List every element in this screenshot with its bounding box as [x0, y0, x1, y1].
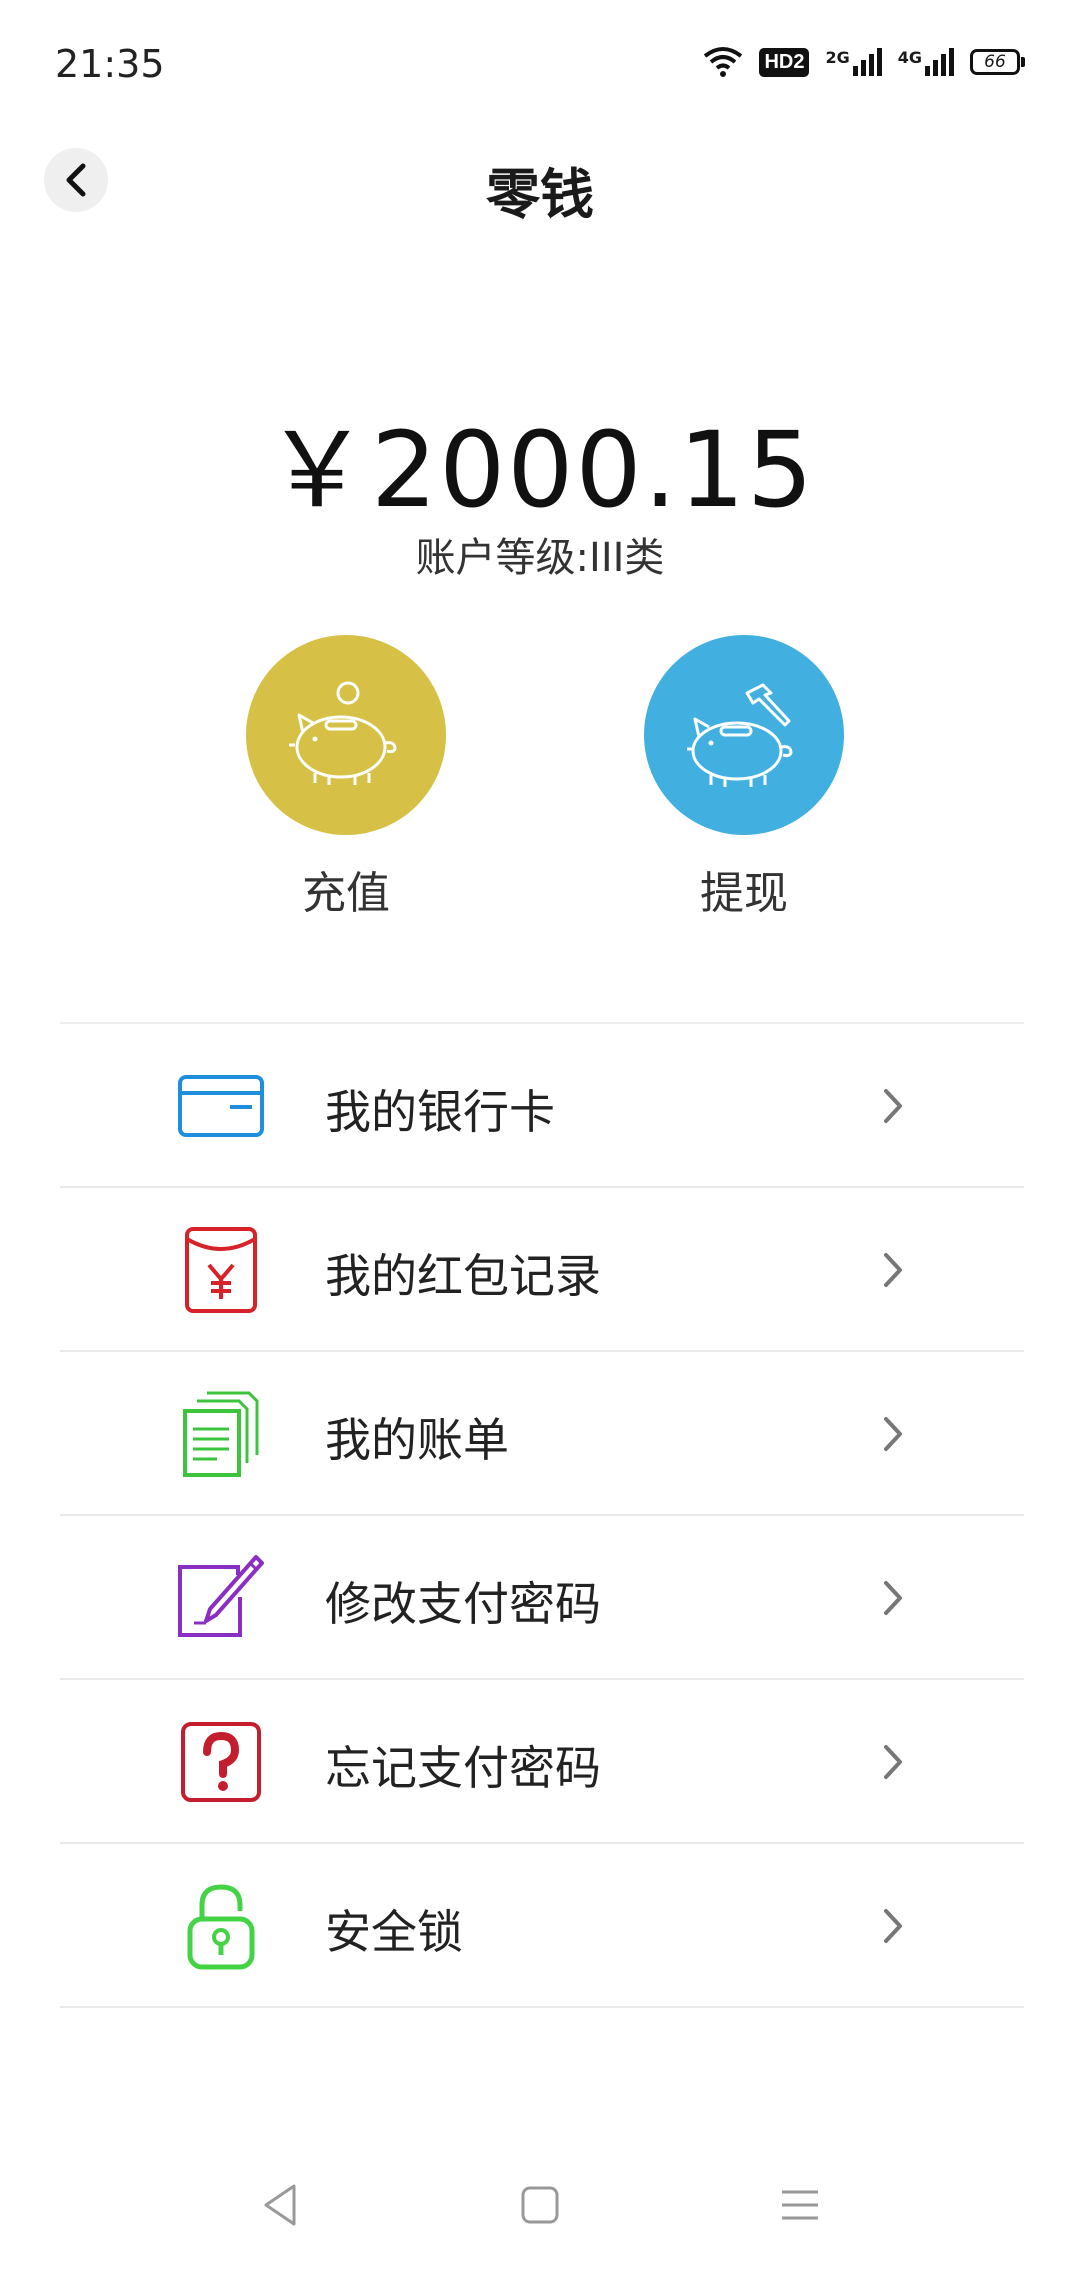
signal-2g-icon: 2G — [825, 48, 882, 76]
withdraw-button[interactable]: 提现 — [644, 635, 844, 921]
menu-item-red-envelope[interactable]: 我的红包记录 — [60, 1188, 1024, 1352]
edit-pen-icon — [176, 1553, 266, 1643]
menu-item-bank-card[interactable]: 我的银行卡 — [60, 1024, 1024, 1188]
net2-label: 4G — [897, 48, 922, 67]
bank-card-icon — [176, 1061, 266, 1151]
account-level: 账户等级:III类 — [415, 535, 665, 581]
menu-item-bills[interactable]: 我的账单 — [60, 1352, 1024, 1516]
system-nav-bar — [0, 2150, 1080, 2280]
menu-item-change-password[interactable]: 修改支付密码 — [60, 1516, 1024, 1680]
recharge-circle — [246, 635, 446, 835]
recharge-button[interactable]: 充值 — [246, 635, 446, 921]
withdraw-circle — [644, 635, 844, 835]
piggy-bank-coin-icon — [289, 681, 397, 785]
menu-label-security-lock: 安全锁 — [325, 1905, 463, 1959]
balance-amount: ￥2000.15 — [264, 409, 816, 531]
menu-lines-icon[interactable] — [778, 2180, 822, 2230]
wallet-menu: 我的银行卡 我的红包记录 我的账单 修改支付密码 忘记支付密码 安全锁 — [60, 1022, 1024, 2008]
chevron-right-icon — [884, 1745, 902, 1779]
red-envelope-icon — [176, 1225, 266, 1315]
menu-item-security-lock[interactable]: 安全锁 — [60, 1844, 1024, 2008]
wifi-icon — [704, 47, 743, 77]
hd-label: HD2 — [764, 50, 805, 73]
question-icon — [176, 1717, 266, 1807]
menu-item-forgot-password[interactable]: 忘记支付密码 — [60, 1680, 1024, 1844]
menu-label-bank-card: 我的银行卡 — [325, 1085, 555, 1139]
bill-documents-icon — [176, 1389, 266, 1479]
status-time: 21:35 — [55, 42, 165, 86]
piggy-bank-hammer-icon — [687, 683, 793, 787]
chevron-right-icon — [884, 1417, 902, 1451]
menu-label-red-envelope: 我的红包记录 — [325, 1249, 601, 1303]
chevron-right-icon — [884, 1581, 902, 1615]
net1-label: 2G — [825, 48, 850, 67]
withdraw-label: 提现 — [700, 868, 788, 919]
battery-level: 66 — [984, 52, 1006, 72]
back-triangle-icon[interactable] — [258, 2180, 302, 2230]
battery-icon: 66 — [970, 49, 1025, 75]
signal-4g-icon: 4G — [898, 48, 954, 76]
menu-label-forgot-password: 忘记支付密码 — [325, 1741, 601, 1795]
chevron-right-icon — [884, 1089, 902, 1123]
recharge-label: 充值 — [302, 868, 390, 919]
chevron-right-icon — [884, 1253, 902, 1287]
menu-label-bills: 我的账单 — [325, 1413, 509, 1467]
page-title: 零钱 — [486, 163, 594, 226]
status-bar: 21:35 HD2 2G 4G 66 — [0, 0, 1080, 130]
home-square-icon[interactable] — [518, 2180, 562, 2230]
status-icons: HD2 2G 4G 66 — [703, 46, 1025, 78]
hd-icon: HD2 — [759, 47, 810, 77]
menu-label-change-password: 修改支付密码 — [325, 1577, 601, 1631]
lock-icon — [176, 1881, 266, 1971]
chevron-right-icon — [884, 1909, 902, 1943]
top-bar: 零钱 — [0, 130, 1080, 240]
